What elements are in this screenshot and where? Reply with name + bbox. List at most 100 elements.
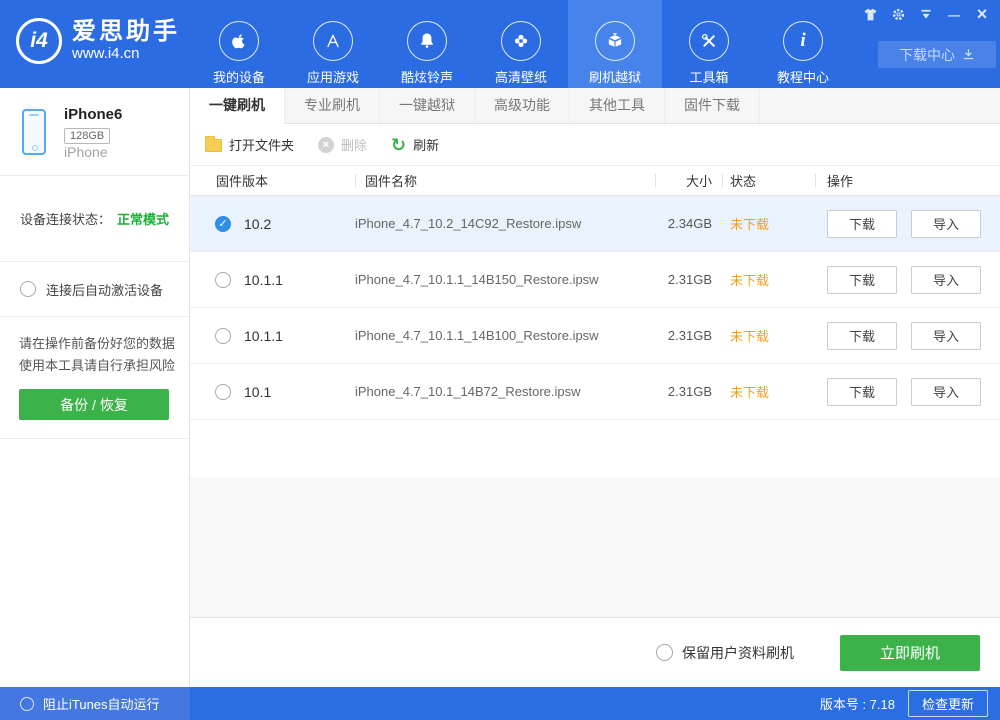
import-button[interactable]: 导入 (911, 378, 981, 406)
table-row[interactable]: ✓ 10.2 iPhone_4.7_10.2_14C92_Restore.ips… (190, 196, 1000, 252)
package-icon (595, 21, 635, 61)
firmware-size: 2.34GB (655, 216, 722, 231)
column-header-status: 状态 (722, 166, 815, 195)
keep-user-data-radio[interactable] (656, 644, 673, 661)
main-nav: 我的设备 应用游戏 酷炫铃声 高清壁纸 刷机越狱 (192, 0, 850, 88)
download-button[interactable]: 下载 (827, 378, 897, 406)
app-header: i4 爱思助手 www.i4.cn 我的设备 应用游戏 酷炫铃声 (0, 0, 1000, 88)
connection-status-value: 正常模式 (117, 209, 169, 228)
status-bar-right: 版本号 : 7.18 检查更新 (190, 687, 1000, 720)
tab-other-tools[interactable]: 其他工具 (570, 88, 665, 123)
empty-list-row (190, 420, 1000, 477)
settings-gear-icon[interactable] (890, 7, 906, 22)
firmware-size: 2.31GB (655, 384, 722, 399)
row-radio[interactable] (215, 272, 231, 288)
download-button[interactable]: 下载 (827, 266, 897, 294)
download-center-label: 下载中心 (899, 45, 955, 65)
delete-x-icon: × (318, 137, 334, 153)
brand: i4 爱思助手 www.i4.cn (16, 18, 180, 64)
refresh-button[interactable]: ↻ 刷新 (391, 135, 439, 154)
nav-item-my-device[interactable]: 我的设备 (192, 0, 286, 88)
nav-item-ringtones[interactable]: 酷炫铃声 (380, 0, 474, 88)
block-itunes-radio[interactable] (20, 697, 34, 711)
tab-pro-flash[interactable]: 专业刷机 (285, 88, 380, 123)
status-bar: 阻止iTunes自动运行 版本号 : 7.18 检查更新 (0, 687, 1000, 720)
keep-user-data-label: 保留用户资料刷机 (682, 643, 794, 663)
wallpaper-icon (501, 21, 541, 61)
row-radio[interactable] (215, 384, 231, 400)
auto-activate-radio[interactable] (20, 281, 36, 297)
flash-now-button[interactable]: 立即刷机 (840, 635, 980, 671)
tab-bar: 一键刷机 专业刷机 一键越狱 高级功能 其他工具 固件下载 (190, 88, 1000, 124)
download-button[interactable]: 下载 (827, 210, 897, 238)
block-itunes-option[interactable]: 阻止iTunes自动运行 (0, 687, 190, 720)
iphone-icon (22, 109, 46, 155)
row-radio[interactable] (215, 328, 231, 344)
firmware-version: 10.1.1 (244, 272, 283, 288)
row-radio-checked[interactable]: ✓ (215, 216, 231, 232)
table-row[interactable]: 10.1.1 iPhone_4.7_10.1.1_14B150_Restore.… (190, 252, 1000, 308)
open-folder-label: 打开文件夹 (229, 135, 294, 154)
refresh-label: 刷新 (413, 135, 439, 154)
refresh-icon: ↻ (391, 137, 406, 153)
firmware-name: iPhone_4.7_10.1.1_14B150_Restore.ipsw (355, 272, 655, 287)
nav-item-flash-jailbreak[interactable]: 刷机越狱 (568, 0, 662, 88)
firmware-name: iPhone_4.7_10.1.1_14B100_Restore.ipsw (355, 328, 655, 343)
download-button[interactable]: 下载 (827, 322, 897, 350)
check-update-button[interactable]: 检查更新 (908, 690, 988, 717)
tab-one-click-jailbreak[interactable]: 一键越狱 (380, 88, 475, 123)
toolbox-icon (689, 21, 729, 61)
block-itunes-label: 阻止iTunes自动运行 (43, 694, 160, 713)
column-header-size: 大小 (655, 166, 722, 195)
auto-activate-label: 连接后自动激活设备 (46, 280, 163, 299)
connection-status-panel: 设备连接状态： 正常模式 (0, 176, 189, 262)
warning-line-2: 使用本工具请自行承担风险 (19, 355, 189, 377)
close-icon[interactable]: × (974, 7, 990, 22)
download-center-button[interactable]: 下载中心 (878, 41, 996, 68)
firmware-version: 10.2 (244, 216, 271, 232)
collapse-tray-icon[interactable] (918, 7, 934, 22)
table-row[interactable]: 10.1.1 iPhone_4.7_10.1.1_14B100_Restore.… (190, 308, 1000, 364)
apple-icon (219, 21, 259, 61)
nav-item-apps-games[interactable]: 应用游戏 (286, 0, 380, 88)
nav-item-wallpapers[interactable]: 高清壁纸 (474, 0, 568, 88)
delete-button[interactable]: × 删除 (318, 135, 367, 154)
import-button[interactable]: 导入 (911, 210, 981, 238)
app-title: 爱思助手 (72, 19, 180, 45)
nav-label: 应用游戏 (307, 67, 359, 86)
table-header: 固件版本 固件名称 大小 状态 操作 (190, 166, 1000, 196)
firmware-name: iPhone_4.7_10.2_14C92_Restore.ipsw (355, 216, 655, 231)
keep-user-data-option[interactable]: 保留用户资料刷机 (656, 643, 794, 663)
firmware-version: 10.1 (244, 384, 271, 400)
i4-logo-icon: i4 (16, 18, 62, 64)
list-background (190, 477, 1000, 618)
nav-label: 酷炫铃声 (401, 67, 453, 86)
nav-label: 高清壁纸 (495, 67, 547, 86)
minimize-icon[interactable]: — (946, 7, 962, 22)
firmware-status: 未下载 (722, 270, 815, 289)
backup-restore-button[interactable]: 备份 / 恢复 (19, 389, 169, 420)
auto-activate-option[interactable]: 连接后自动激活设备 (0, 262, 189, 317)
info-icon: i (783, 21, 823, 61)
nav-item-toolbox[interactable]: 工具箱 (662, 0, 756, 88)
import-button[interactable]: 导入 (911, 322, 981, 350)
column-header-actions: 操作 (815, 166, 1000, 195)
tab-firmware-download[interactable]: 固件下载 (665, 88, 760, 123)
firmware-version: 10.1.1 (244, 328, 283, 344)
tab-advanced[interactable]: 高级功能 (475, 88, 570, 123)
skin-icon[interactable] (862, 7, 878, 22)
check-icon: ✓ (218, 217, 227, 230)
device-name: iPhone6 (64, 106, 122, 123)
table-row[interactable]: 10.1 iPhone_4.7_10.1_14B72_Restore.ipsw … (190, 364, 1000, 420)
nav-item-tutorials[interactable]: i 教程中心 (756, 0, 850, 88)
bell-icon (407, 21, 447, 61)
tab-one-click-flash[interactable]: 一键刷机 (190, 88, 285, 124)
firmware-name: iPhone_4.7_10.1_14B72_Restore.ipsw (355, 384, 655, 399)
appstore-icon (313, 21, 353, 61)
open-folder-button[interactable]: 打开文件夹 (205, 135, 294, 154)
column-header-version: 固件版本 (206, 166, 355, 195)
nav-label: 刷机越狱 (589, 67, 641, 86)
import-button[interactable]: 导入 (911, 266, 981, 294)
column-header-name: 固件名称 (355, 166, 655, 195)
delete-label: 删除 (341, 135, 367, 154)
